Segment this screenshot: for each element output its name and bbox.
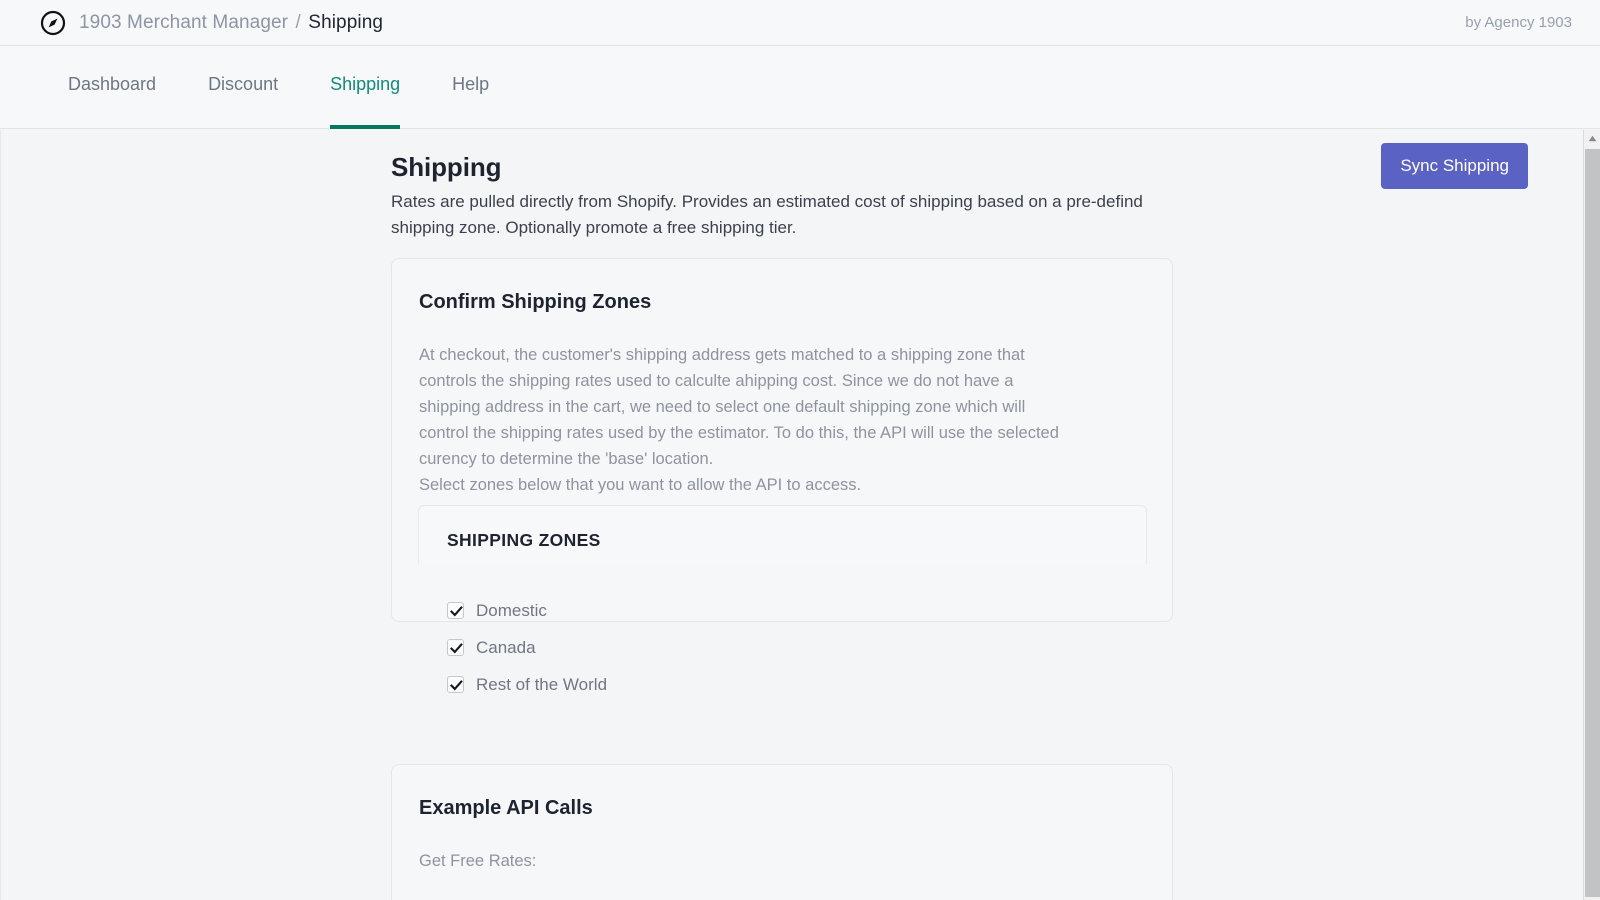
- card-title-example-api-calls: Example API Calls: [419, 797, 593, 819]
- description-line: curency to determine the 'base' location…: [419, 450, 714, 468]
- api-call-label-get-free-rates: Get Free Rates:: [419, 852, 537, 870]
- tab-help[interactable]: Help: [452, 46, 489, 129]
- description-line: At checkout, the customer's shipping add…: [419, 346, 1025, 364]
- top-bar: 1903 Merchant Manager / Shipping by Agen…: [0, 0, 1600, 46]
- card-description: At checkout, the customer's shipping add…: [392, 314, 1172, 498]
- tab-shipping[interactable]: Shipping: [330, 46, 401, 129]
- scrollbar-thumb[interactable]: [1585, 149, 1600, 897]
- scroll-up-arrow-icon[interactable]: [1584, 130, 1600, 147]
- confirm-shipping-zones-card: Confirm Shipping Zones At checkout, the …: [391, 258, 1173, 694]
- shipping-zone-list: Domestic Canada Rest of the World: [447, 592, 947, 703]
- shipping-zones-heading: SHIPPING ZONES: [447, 530, 601, 550]
- breadcrumb-text: 1903 Merchant Manager / Shipping: [79, 12, 383, 34]
- page-header: Shipping Rates are pulled directly from …: [391, 152, 1161, 241]
- breadcrumb-current-section: Shipping: [308, 11, 384, 33]
- tab-dashboard[interactable]: Dashboard: [68, 46, 156, 129]
- description-line: control the shipping rates used by the e…: [419, 424, 1059, 442]
- shipping-zones-panel-header: SHIPPING ZONES: [418, 505, 1147, 564]
- page-subtitle: Rates are pulled directly from Shopify. …: [391, 192, 1143, 237]
- description-line: Select zones below that you want to allo…: [419, 476, 862, 494]
- byline: by Agency 1903: [1465, 14, 1572, 31]
- vertical-scrollbar[interactable]: [1583, 130, 1600, 900]
- checkbox-checked-icon[interactable]: [447, 639, 464, 656]
- description-line: controls the shipping rates used to calc…: [419, 372, 1014, 390]
- zone-checkbox-domestic[interactable]: Domestic: [447, 592, 947, 629]
- sync-shipping-button[interactable]: Sync Shipping: [1381, 143, 1528, 189]
- breadcrumb: 1903 Merchant Manager / Shipping: [40, 10, 1465, 36]
- description-line: shipping address in the cart, we need to…: [419, 398, 1026, 416]
- checkbox-checked-icon[interactable]: [447, 676, 464, 693]
- zone-checkbox-canada[interactable]: Canada: [447, 629, 947, 666]
- app-name[interactable]: 1903 Merchant Manager: [79, 12, 288, 33]
- compass-icon: [40, 10, 66, 35]
- card-title-confirm-zones: Confirm Shipping Zones: [419, 291, 652, 313]
- zone-label: Rest of the World: [476, 674, 608, 694]
- app-root: 1903 Merchant Manager / Shipping by Agen…: [0, 0, 1600, 900]
- checkbox-checked-icon[interactable]: [447, 602, 464, 619]
- page-title: Shipping: [391, 152, 502, 182]
- example-api-calls-card: Example API Calls Get Free Rates:: [391, 764, 1173, 900]
- zone-label: Domestic: [476, 600, 547, 620]
- main-content: Shipping Rates are pulled directly from …: [0, 130, 1583, 900]
- zone-checkbox-rest-of-the-world[interactable]: Rest of the World: [447, 666, 947, 703]
- breadcrumb-separator: /: [295, 11, 301, 33]
- tab-discount[interactable]: Discount: [208, 46, 278, 129]
- nav-tabs: Dashboard Discount Shipping Help: [0, 46, 1600, 129]
- zone-label: Canada: [476, 637, 536, 657]
